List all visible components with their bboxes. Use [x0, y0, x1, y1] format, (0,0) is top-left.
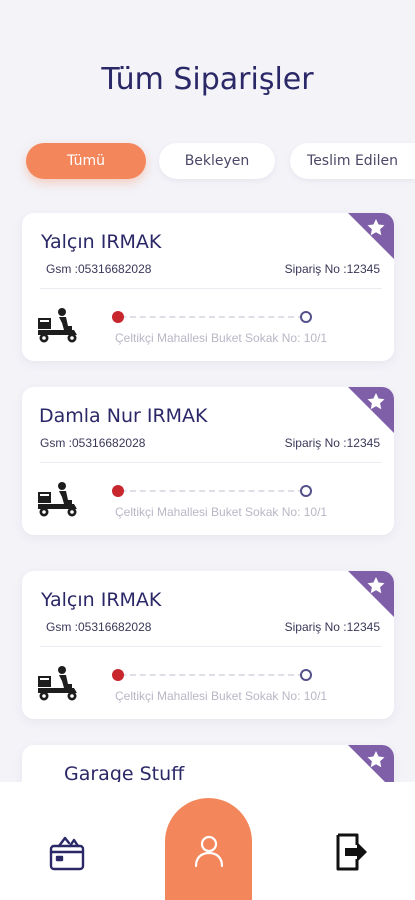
- shopping-bag-icon[interactable]: [48, 834, 86, 872]
- route-line: [120, 316, 304, 318]
- delivery-scooter-icon: [38, 308, 77, 343]
- user-icon: [194, 835, 223, 868]
- delivery-address: Çeltikçi Mahallesi Buket Sokak No: 10/1: [115, 505, 328, 519]
- customer-name: Yalçın IRMAK: [41, 231, 162, 253]
- route-end-dot: [300, 669, 312, 681]
- profile-button[interactable]: [165, 798, 252, 900]
- order-list: Yalçın IRMAK Gsm :05316682028 Sipariş No…: [0, 0, 415, 790]
- order-card[interactable]: Damla Nur IRMAK Gsm :05316682028 Sipariş…: [22, 387, 394, 535]
- order-card[interactable]: Yalçın IRMAK Gsm :05316682028 Sipariş No…: [22, 213, 394, 361]
- divider: [40, 462, 382, 463]
- route-start-dot: [112, 485, 124, 497]
- divider: [40, 288, 382, 289]
- delivery-route: [112, 311, 312, 323]
- customer-name: Yalçın IRMAK: [41, 589, 162, 611]
- delivery-route: [112, 485, 312, 497]
- logout-icon[interactable]: [335, 832, 369, 872]
- bottom-navigation: [0, 782, 415, 900]
- star-icon[interactable]: [339, 213, 394, 270]
- route-line: [120, 674, 304, 676]
- delivery-address: Çeltikçi Mahallesi Buket Sokak No: 10/1: [115, 689, 328, 703]
- customer-phone: Gsm :05316682028: [46, 620, 152, 634]
- customer-phone: Gsm :05316682028: [46, 262, 152, 276]
- star-icon[interactable]: [339, 571, 394, 628]
- customer-phone: Gsm :05316682028: [40, 436, 146, 450]
- delivery-route: [112, 669, 312, 681]
- route-end-dot: [300, 485, 312, 497]
- route-line: [120, 490, 304, 492]
- delivery-scooter-icon: [38, 666, 77, 701]
- delivery-scooter-icon: [38, 482, 77, 517]
- route-start-dot: [112, 669, 124, 681]
- route-end-dot: [300, 311, 312, 323]
- order-card[interactable]: Yalçın IRMAK Gsm :05316682028 Sipariş No…: [22, 571, 394, 719]
- route-start-dot: [112, 311, 124, 323]
- divider: [40, 646, 382, 647]
- delivery-address: Çeltikçi Mahallesi Buket Sokak No: 10/1: [115, 331, 328, 345]
- customer-name: Damla Nur IRMAK: [39, 405, 208, 427]
- star-icon[interactable]: [339, 387, 394, 444]
